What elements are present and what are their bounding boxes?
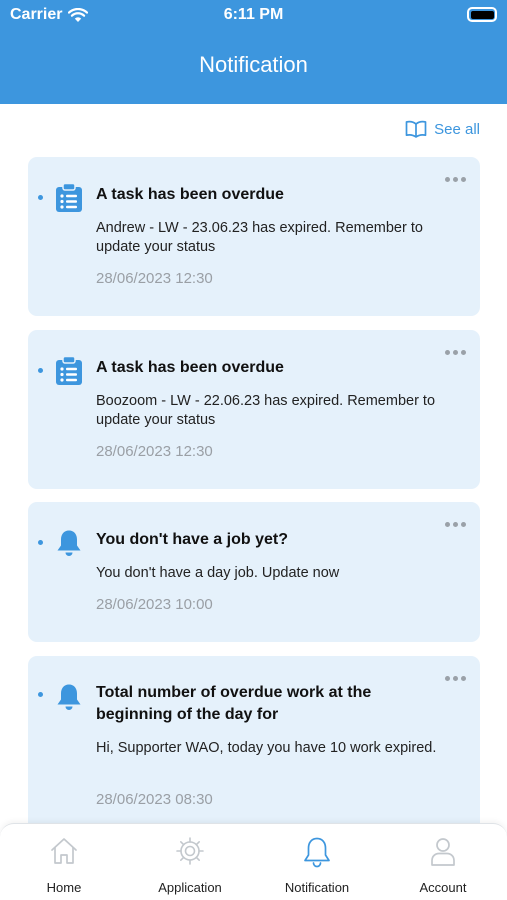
tab-label: Account <box>419 880 467 895</box>
status-bar: Carrier 6:11 PM <box>0 0 507 30</box>
person-icon <box>431 838 455 866</box>
battery-icon <box>467 7 497 22</box>
notification-body: Hi, Supporter WAO, today you have 10 wor… <box>96 740 437 756</box>
notification-body: You don't have a day job. Update now <box>96 565 340 581</box>
page-title: Notification <box>199 52 308 77</box>
tab-label: Notification <box>284 880 350 895</box>
notification-title: A task has been overdue <box>96 359 284 376</box>
notification-date: 28/06/2023 08:30 <box>96 791 213 808</box>
unread-dot <box>38 692 43 697</box>
bottom-tab-bar: Home Application Notification Account <box>0 823 507 900</box>
unread-dot <box>38 195 43 200</box>
unread-dot <box>38 368 43 373</box>
notification-card[interactable]: You don't have a job yet? You don't have… <box>28 502 480 642</box>
bell-icon <box>54 682 84 712</box>
bell-icon <box>304 837 330 868</box>
tab-home[interactable]: Home <box>1 824 127 900</box>
notification-title: You don't have a job yet? <box>96 531 288 548</box>
more-options-icon[interactable] <box>445 177 466 182</box>
tab-application[interactable]: Application <box>127 824 253 900</box>
book-open-icon <box>405 120 427 138</box>
more-options-icon[interactable] <box>445 676 466 681</box>
tab-label: Application <box>158 880 222 895</box>
notification-body: Boozoom - LW - 22.06.23 has expired. Rem… <box>96 393 436 428</box>
notification-date: 28/06/2023 10:00 <box>96 596 213 613</box>
notification-card[interactable]: A task has been overdue Boozoom - LW - 2… <box>28 330 480 489</box>
tab-notification[interactable]: Notification <box>254 824 380 900</box>
unread-dot <box>38 540 43 545</box>
more-options-icon[interactable] <box>445 350 466 355</box>
notification-title: A task has been overdue <box>96 186 284 203</box>
notification-date: 28/06/2023 12:30 <box>96 270 213 287</box>
see-all-label: See all <box>434 120 480 138</box>
app-header: Carrier 6:11 PM Notification <box>0 0 507 104</box>
tab-account[interactable]: Account <box>380 824 506 900</box>
tab-label: Home <box>46 880 82 895</box>
see-all-link[interactable]: See all <box>405 120 480 138</box>
bell-icon <box>54 528 84 558</box>
home-icon <box>51 838 77 864</box>
notification-body: Andrew - LW - 23.06.23 has expired. Reme… <box>96 220 423 255</box>
gear-icon <box>176 837 204 865</box>
notification-card[interactable]: A task has been overdue Andrew - LW - 23… <box>28 157 480 316</box>
clipboard-list-icon <box>54 183 84 213</box>
status-time: 6:11 PM <box>223 6 284 23</box>
clipboard-list-icon <box>54 356 84 386</box>
more-options-icon[interactable] <box>445 522 466 527</box>
notification-date: 28/06/2023 12:30 <box>96 443 213 460</box>
notification-title: Total number of overdue work at the begi… <box>96 684 372 723</box>
notification-card[interactable]: Total number of overdue work at the begi… <box>28 656 480 836</box>
